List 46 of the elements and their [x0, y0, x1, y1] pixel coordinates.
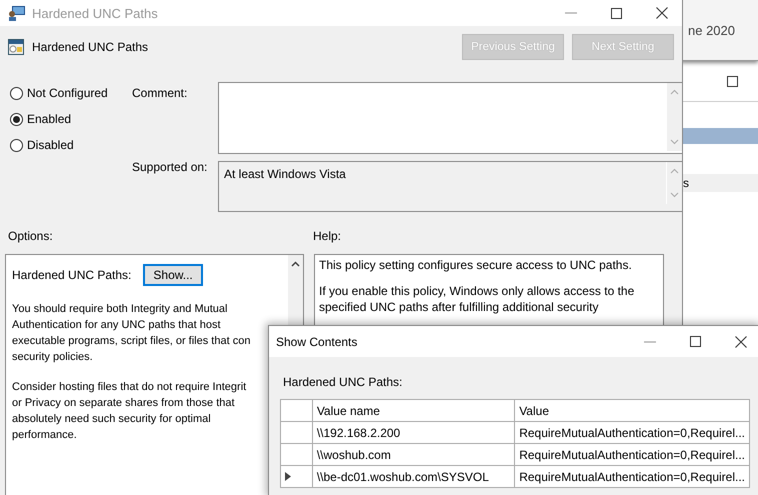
window-title: Show Contents: [276, 334, 358, 348]
supported-on-field: At least Windows Vista: [218, 161, 683, 212]
supported-on-label: Supported on:: [132, 159, 208, 174]
radio-option[interactable]: Not Configured: [10, 86, 132, 100]
date-text: ne 2020: [688, 22, 735, 38]
table-cell[interactable]: RequireMutualAuthentication=0,Requirel...: [514, 466, 750, 488]
radio-icon: [10, 112, 23, 126]
column-header[interactable]: Value: [514, 400, 750, 422]
scroll-up-icon[interactable]: [291, 261, 300, 267]
row-pointer-icon: [285, 472, 291, 480]
radio-icon: [10, 138, 23, 152]
field-label: Hardened UNC Paths:: [12, 268, 132, 282]
close-icon[interactable]: [656, 7, 668, 19]
radio-icon: [10, 86, 23, 100]
minimize-icon[interactable]: [644, 340, 656, 342]
paragraph: You should require both Integrity and Mutual Authentication for any UNC paths that host executable programs, script files, or files that con security policies.: [12, 302, 250, 365]
policy-icon: [8, 39, 24, 55]
list-text: s: [683, 176, 689, 190]
computer-icon: [8, 5, 26, 21]
scroll-down-icon[interactable]: [670, 192, 679, 198]
options-label: Options:: [8, 229, 53, 243]
help-label: Help:: [313, 229, 342, 243]
window-title: Hardened UNC Paths: [32, 6, 159, 20]
maximize-icon[interactable]: [727, 76, 738, 86]
table-cell[interactable]: \\woshub.com: [312, 444, 515, 466]
maximize-icon[interactable]: [611, 8, 622, 18]
paragraph: This policy setting configures secure access to UNC paths.: [319, 257, 632, 273]
maximize-icon[interactable]: [690, 336, 701, 347]
table-cell[interactable]: RequireMutualAuthentication=0,Requirel...: [514, 422, 750, 444]
column-header[interactable]: Value name: [312, 400, 515, 422]
setting-title: Hardened UNC Paths: [32, 40, 150, 54]
table-cell[interactable]: \\192.168.2.200: [312, 422, 515, 444]
paragraph: If you enable this policy, Windows only allows access to the specified UNC paths after fulfilling additional security: [319, 283, 634, 315]
table-cell[interactable]: \\be-dc01.woshub.com\SYSVOL: [312, 466, 515, 488]
list-label: Hardened UNC Paths:: [283, 375, 404, 389]
minimize-icon[interactable]: [565, 12, 577, 14]
show-button[interactable]: Show...: [143, 264, 203, 286]
paragraph: Consider hosting files that do not require Integrit or Privacy on separate shares from those that absolutely need such security for optimal performance.: [12, 380, 246, 443]
radio-option[interactable]: Enabled: [10, 112, 132, 126]
comment-field[interactable]: [218, 82, 683, 154]
radio-option[interactable]: Disabled: [10, 138, 132, 152]
comment-label: Comment:: [132, 85, 188, 100]
scroll-down-icon[interactable]: [670, 139, 679, 145]
table-cell[interactable]: RequireMutualAuthentication=0,Requirel...: [514, 444, 750, 466]
scrollbar[interactable]: [666, 83, 682, 151]
close-icon[interactable]: [735, 336, 747, 348]
